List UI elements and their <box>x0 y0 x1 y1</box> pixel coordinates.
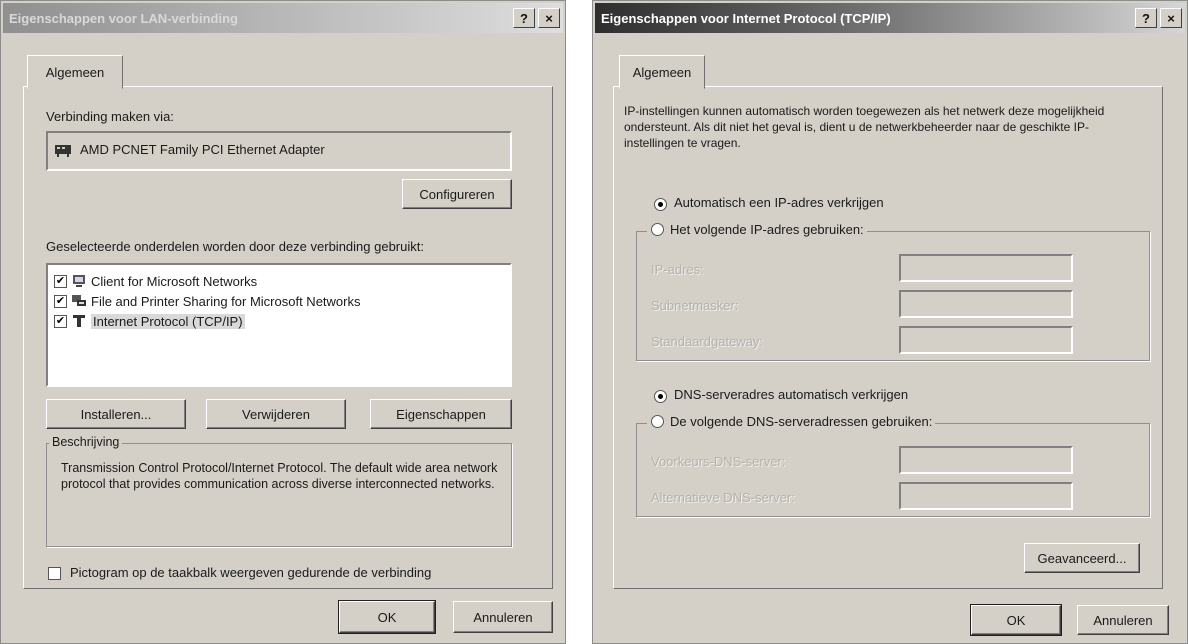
list-item[interactable]: ✔ Client for Microsoft Networks <box>54 271 257 291</box>
auto-ip-label: Automatisch een IP-adres verkrijgen <box>674 195 884 210</box>
cancel-button[interactable]: Annuleren <box>1077 605 1169 635</box>
alternate-dns-field[interactable] <box>899 482 1073 510</box>
manual-ip-legend: Het volgende IP-adres gebruiken: <box>647 222 867 237</box>
properties-button[interactable]: Eigenschappen <box>370 399 512 429</box>
tab-panel: IP-instellingen kunnen automatisch worde… <box>613 86 1163 589</box>
lan-properties-dialog: Eigenschappen voor LAN-verbinding ? × Al… <box>0 0 566 644</box>
manual-ip-radio[interactable] <box>651 223 664 236</box>
tab-general[interactable]: Algemeen <box>619 55 705 89</box>
show-icon-label: Pictogram op de taakbalk weergeven gedur… <box>70 565 432 580</box>
network-adapter-icon <box>54 143 72 157</box>
components-list[interactable]: ✔ Client for Microsoft Networks ✔ File a… <box>46 263 512 387</box>
component-label: File and Printer Sharing for Microsoft N… <box>91 293 361 309</box>
title-bar[interactable]: Eigenschappen voor Internet Protocol (TC… <box>595 3 1185 33</box>
auto-ip-radio[interactable] <box>654 198 667 211</box>
description-group: Beschrijving Transmission Control Protoc… <box>46 435 512 547</box>
intro-text: IP-instellingen kunnen automatisch worde… <box>624 104 1105 150</box>
title-bar[interactable]: Eigenschappen voor LAN-verbinding ? × <box>3 3 563 33</box>
manual-dns-legend: De volgende DNS-serveradressen gebruiken… <box>647 414 936 429</box>
alternate-dns-label: Alternatieve DNS-server: <box>651 490 795 505</box>
help-button[interactable]: ? <box>513 8 535 28</box>
gateway-field[interactable] <box>899 326 1073 354</box>
auto-dns-radio[interactable] <box>654 390 667 403</box>
list-item[interactable]: ✔ File and Printer Sharing for Microsoft… <box>54 291 360 311</box>
file-printer-sharing-icon <box>71 294 87 308</box>
adapter-name: AMD PCNET Family PCI Ethernet Adapter <box>80 142 325 157</box>
component-checkbox[interactable]: ✔ <box>54 274 67 288</box>
components-label: Geselecteerde onderdelen worden door dez… <box>46 239 424 254</box>
ip-address-field[interactable] <box>899 254 1073 282</box>
ip-address-label: IP-adres: <box>651 262 704 277</box>
help-button[interactable]: ? <box>1135 8 1157 28</box>
ok-button[interactable]: OK <box>970 604 1062 636</box>
gateway-label: Standaardgateway: <box>651 334 764 349</box>
component-checkbox[interactable]: ✔ <box>54 314 67 328</box>
window-title: Eigenschappen voor Internet Protocol (TC… <box>601 10 891 26</box>
cancel-button[interactable]: Annuleren <box>453 601 553 633</box>
manual-dns-radio[interactable] <box>651 415 664 428</box>
tab-general[interactable]: Algemeen <box>27 55 123 89</box>
manual-ip-group: Het volgende IP-adres gebruiken: IP-adre… <box>636 222 1150 361</box>
protocol-icon <box>71 314 87 328</box>
description-legend: Beschrijving <box>49 435 123 449</box>
close-button[interactable]: × <box>538 8 560 28</box>
preferred-dns-field[interactable] <box>899 446 1073 474</box>
tcpip-properties-dialog: Eigenschappen voor Internet Protocol (TC… <box>592 0 1188 644</box>
component-label: Internet Protocol (TCP/IP) <box>91 313 245 329</box>
component-checkbox[interactable]: ✔ <box>54 294 67 308</box>
remove-button[interactable]: Verwijderen <box>206 399 346 429</box>
ok-button[interactable]: OK <box>338 600 436 634</box>
install-button[interactable]: Installeren... <box>46 399 186 429</box>
description-text: Transmission Control Protocol/Internet P… <box>61 461 498 491</box>
preferred-dns-label: Voorkeurs-DNS-server: <box>651 454 786 469</box>
subnet-field[interactable] <box>899 290 1073 318</box>
adapter-box: AMD PCNET Family PCI Ethernet Adapter <box>46 131 512 171</box>
tab-panel: Verbinding maken via: AMD PCNET Family P… <box>23 86 553 589</box>
list-item[interactable]: ✔ Internet Protocol (TCP/IP) <box>54 311 245 331</box>
manual-dns-group: De volgende DNS-serveradressen gebruiken… <box>636 414 1150 517</box>
connect-via-label: Verbinding maken via: <box>46 109 174 124</box>
close-button[interactable]: × <box>1160 8 1182 28</box>
subnet-label: Subnetmasker: <box>651 298 739 313</box>
advanced-button[interactable]: Geavanceerd... <box>1024 543 1140 573</box>
show-icon-checkbox[interactable] <box>48 567 61 580</box>
configure-button[interactable]: Configureren <box>402 179 512 209</box>
network-client-icon <box>71 274 87 288</box>
auto-dns-label: DNS-serveradres automatisch verkrijgen <box>674 387 909 402</box>
window-title: Eigenschappen voor LAN-verbinding <box>9 10 238 26</box>
component-label: Client for Microsoft Networks <box>91 273 258 289</box>
